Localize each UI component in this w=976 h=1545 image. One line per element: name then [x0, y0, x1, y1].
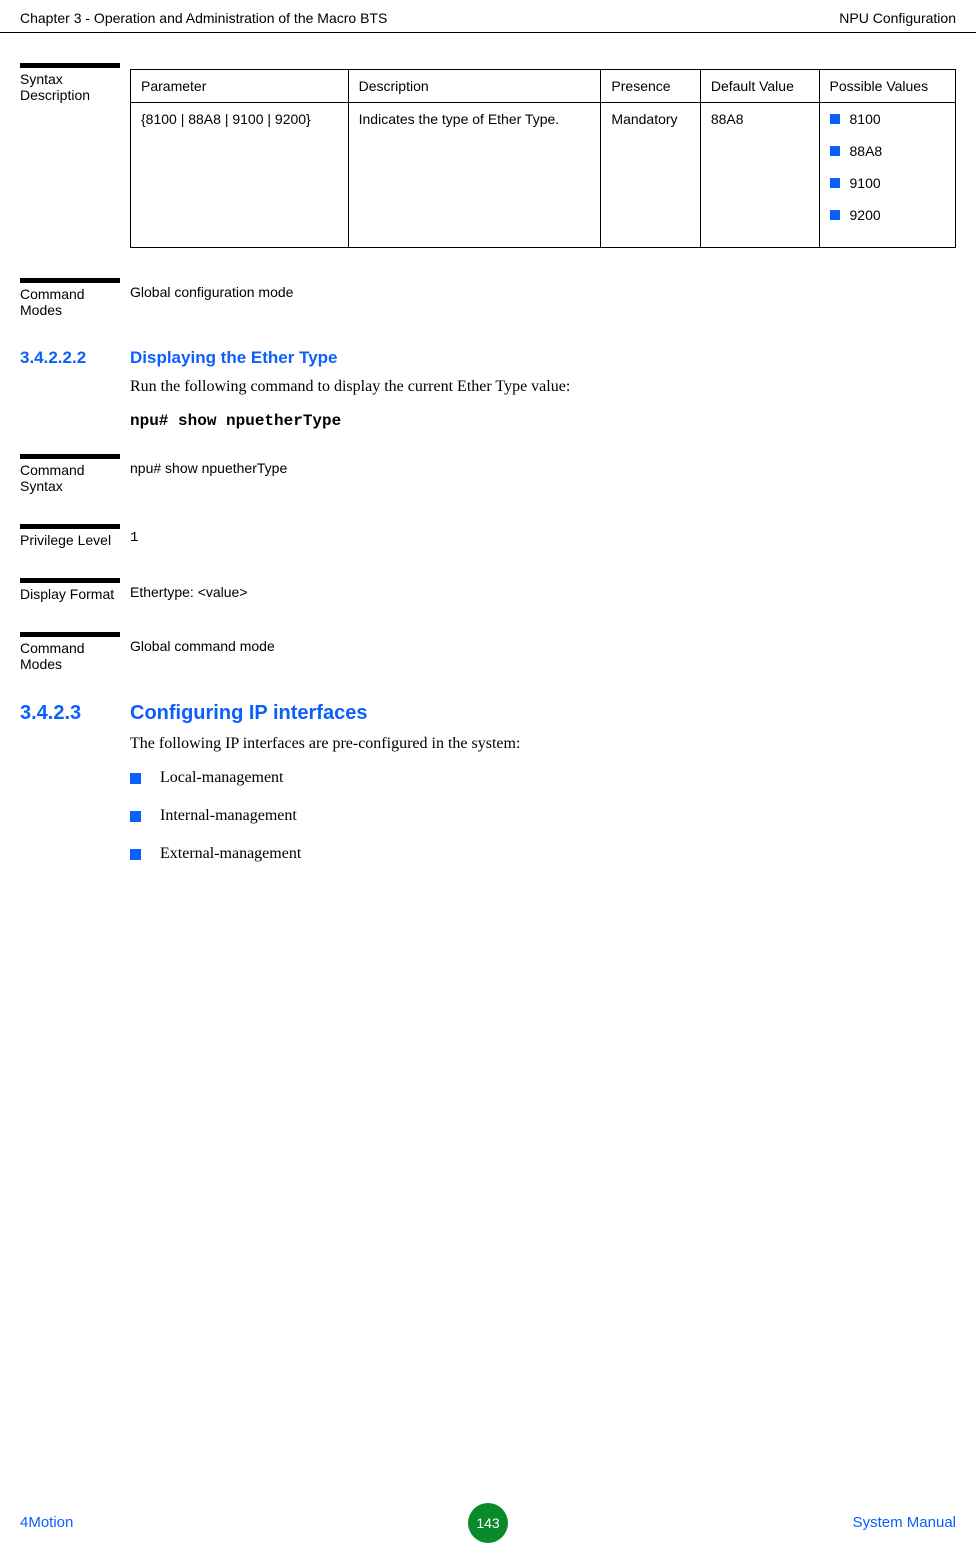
command-modes-label: Command Modes — [20, 278, 130, 318]
footer-right: System Manual — [853, 1514, 956, 1531]
page-number-badge: 143 — [468, 1503, 508, 1543]
cell-presence: Mandatory — [601, 103, 700, 248]
list-item: Internal-management — [130, 807, 956, 825]
section-heading: 3.4.2.2.2 Displaying the Ether Type — [20, 348, 956, 368]
privilege-level-label: Privilege Level — [20, 524, 130, 548]
list-item: External-management — [130, 845, 956, 863]
table-header-row: Parameter Description Presence Default V… — [131, 70, 956, 103]
section-title: Displaying the Ether Type — [130, 348, 338, 368]
privilege-level-block: Privilege Level 1 — [20, 524, 956, 548]
footer-left: 4Motion — [20, 1514, 73, 1531]
section-body: The following IP interfaces are pre-conf… — [130, 735, 956, 753]
command-modes-value-2: Global command mode — [130, 632, 956, 654]
syntax-description-block: Syntax Description Parameter Description… — [20, 63, 956, 248]
command-syntax-label: Command Syntax — [20, 454, 130, 494]
syntax-description-label: Syntax Description — [20, 63, 130, 103]
section-heading: 3.4.2.3 Configuring IP interfaces — [20, 702, 956, 725]
cell-possible: 8100 88A8 9100 9200 — [819, 103, 955, 248]
possible-values-list: 8100 88A8 9100 9200 — [830, 111, 945, 223]
command-syntax-block: Command Syntax npu# show npuetherType — [20, 454, 956, 494]
list-item: 9200 — [830, 207, 945, 223]
page-content: Syntax Description Parameter Description… — [0, 33, 976, 863]
code-block: npu# show npuetherType — [130, 412, 956, 430]
list-item: 8100 — [830, 111, 945, 127]
command-modes-value: Global configuration mode — [130, 278, 956, 300]
list-item: 9100 — [830, 175, 945, 191]
col-possible: Possible Values — [819, 70, 955, 103]
display-format-label: Display Format — [20, 578, 130, 602]
privilege-level-value: 1 — [130, 524, 956, 546]
section-number: 3.4.2.2.2 — [20, 348, 130, 368]
interface-list: Local-management Internal-management Ext… — [130, 769, 956, 863]
display-format-value: Ethertype: <value> — [130, 578, 956, 600]
section-title: Configuring IP interfaces — [130, 702, 367, 725]
col-presence: Presence — [601, 70, 700, 103]
section-body: Run the following command to display the… — [130, 378, 956, 396]
section-number: 3.4.2.3 — [20, 702, 130, 725]
header-right: NPU Configuration — [839, 10, 956, 26]
col-parameter: Parameter — [131, 70, 349, 103]
syntax-description-content: Parameter Description Presence Default V… — [130, 63, 956, 248]
header-left: Chapter 3 - Operation and Administration… — [20, 10, 387, 26]
command-syntax-value: npu# show npuetherType — [130, 454, 956, 476]
cell-description: Indicates the type of Ether Type. — [348, 103, 601, 248]
table-row: {8100 | 88A8 | 9100 | 9200} Indicates th… — [131, 103, 956, 248]
command-modes-label-2: Command Modes — [20, 632, 130, 672]
col-default: Default Value — [700, 70, 819, 103]
list-item: Local-management — [130, 769, 956, 787]
cell-default: 88A8 — [700, 103, 819, 248]
parameter-table: Parameter Description Presence Default V… — [130, 69, 956, 248]
cell-parameter: {8100 | 88A8 | 9100 | 9200} — [131, 103, 349, 248]
page-footer: 4Motion 143 System Manual — [0, 1514, 976, 1531]
list-item: 88A8 — [830, 143, 945, 159]
command-modes-block-2: Command Modes Global command mode — [20, 632, 956, 672]
page-header: Chapter 3 - Operation and Administration… — [0, 0, 976, 33]
command-modes-block: Command Modes Global configuration mode — [20, 278, 956, 318]
display-format-block: Display Format Ethertype: <value> — [20, 578, 956, 602]
col-description: Description — [348, 70, 601, 103]
